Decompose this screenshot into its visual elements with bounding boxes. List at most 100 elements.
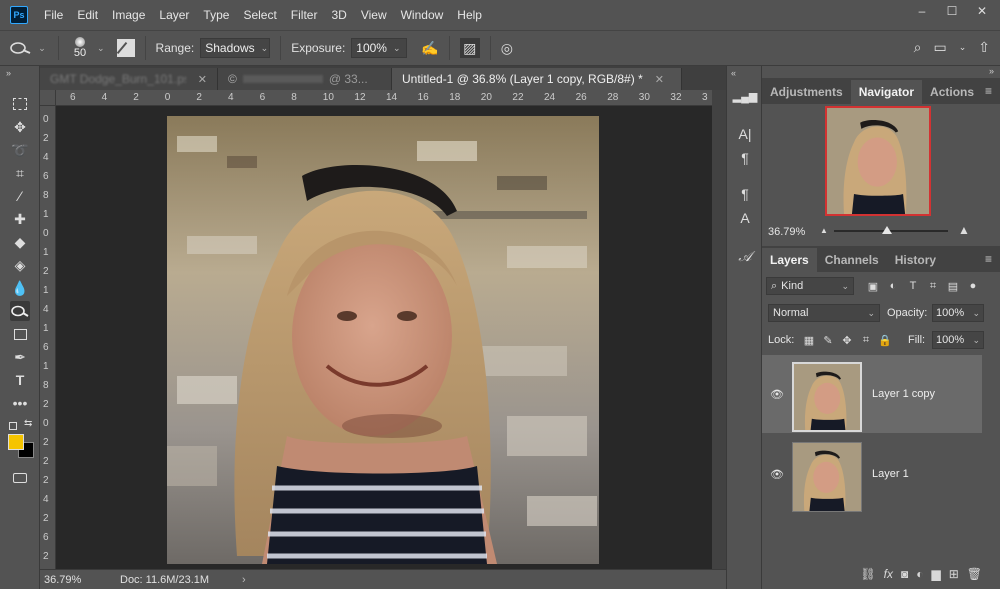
eyedropper-tool-icon[interactable]: ⁄ xyxy=(10,186,30,206)
airbrush-icon[interactable]: ✍ xyxy=(421,40,438,57)
panel-menu-icon[interactable]: ≡ xyxy=(985,252,992,266)
menu-file[interactable]: File xyxy=(44,8,63,22)
horizontal-ruler[interactable]: 6 4 2 0 2 4 6 8 10 12 14 16 18 20 22 24 26 28 30 32 3 xyxy=(56,90,712,106)
crop-tool-icon[interactable]: ⌗ xyxy=(10,163,30,183)
doc-tab-inactive[interactable]: GMT Dodge_Burn_101.ps... ✕ xyxy=(40,68,218,90)
share-icon[interactable]: ⇧ xyxy=(978,39,990,56)
menu-select[interactable]: Select xyxy=(243,8,276,22)
delete-layer-icon[interactable]: 🗑 xyxy=(967,567,982,581)
tab-actions[interactable]: Actions xyxy=(922,80,982,104)
menu-3d[interactable]: 3D xyxy=(331,8,346,22)
close-icon[interactable]: ✕ xyxy=(198,73,207,86)
opacity-input[interactable]: 100% ⌄ xyxy=(932,304,984,322)
filter-smart-object-icon[interactable]: ▤ xyxy=(946,279,960,293)
menu-window[interactable]: Window xyxy=(401,8,444,22)
eye-icon[interactable]: 👁 xyxy=(770,388,784,401)
adjustment-layer-icon[interactable]: ◐ xyxy=(916,567,923,581)
eraser-tool-icon[interactable]: ◆ xyxy=(10,232,30,252)
blur-tool-icon[interactable]: 💧 xyxy=(10,278,30,298)
close-icon[interactable]: ✕ xyxy=(974,4,990,18)
filter-adjustment-icon[interactable]: ◐ xyxy=(886,279,900,293)
document-photo[interactable] xyxy=(167,116,599,564)
status-zoom[interactable]: 36.79% xyxy=(44,574,114,586)
type-tool-icon[interactable]: T xyxy=(10,370,30,390)
menu-layer[interactable]: Layer xyxy=(159,8,189,22)
maximize-icon[interactable]: ☐ xyxy=(944,4,960,18)
ruler-origin[interactable] xyxy=(40,90,56,106)
foreground-color-swatch[interactable] xyxy=(8,434,24,450)
minimize-icon[interactable]: – xyxy=(914,4,930,18)
menu-type[interactable]: Type xyxy=(203,8,229,22)
pen-tool-icon[interactable]: ✒ xyxy=(10,347,30,367)
vertical-ruler[interactable]: 024681012141618202224262 xyxy=(40,106,56,569)
status-menu-arrow[interactable]: › xyxy=(242,574,246,586)
brush-size-picker[interactable]: 50 xyxy=(69,37,91,59)
eye-icon[interactable]: 👁 xyxy=(770,468,784,481)
fill-input[interactable]: 100% ⌄ xyxy=(932,331,984,349)
navigator-thumbnail[interactable] xyxy=(825,106,931,216)
lasso-tool-icon[interactable]: ➰ xyxy=(10,140,30,160)
chevron-down-icon[interactable]: ⌄ xyxy=(959,39,967,56)
glyphs-panel-icon[interactable]: 𝒜 xyxy=(735,246,755,266)
zoom-slider-knob[interactable] xyxy=(882,226,892,234)
more-tools-icon[interactable]: ••• xyxy=(10,393,30,413)
zoom-in-icon[interactable]: ▲ xyxy=(958,223,970,237)
swap-colors-icon[interactable]: ⇆ xyxy=(24,418,32,429)
character-styles-icon[interactable]: A xyxy=(735,208,755,228)
menu-edit[interactable]: Edit xyxy=(77,8,98,22)
histogram-icon[interactable]: ▂▄▆ xyxy=(733,86,758,106)
lock-transparent-icon[interactable]: ▦ xyxy=(802,333,816,347)
close-icon[interactable]: ✕ xyxy=(655,73,664,86)
paragraph-styles-icon[interactable]: ¶ xyxy=(735,184,755,204)
filter-shape-icon[interactable]: ⌗ xyxy=(926,279,940,293)
filter-type-icon[interactable]: T xyxy=(906,279,920,293)
lock-image-icon[interactable]: ✎ xyxy=(821,333,835,347)
exposure-input[interactable]: 100% ⌄ xyxy=(351,38,408,58)
lock-artboard-icon[interactable]: ⌗ xyxy=(859,333,873,347)
character-panel-icon[interactable]: A| xyxy=(735,124,755,144)
paint-bucket-tool-icon[interactable]: ◈ xyxy=(10,255,30,275)
layer-row[interactable]: 👁 Layer 1 xyxy=(762,435,982,513)
paragraph-panel-icon[interactable]: ¶ xyxy=(735,148,755,168)
link-layers-icon[interactable]: ⛓ xyxy=(860,567,875,581)
tool-preset-picker[interactable]: ⌄ xyxy=(8,41,48,55)
panel-expand-icon[interactable]: » xyxy=(6,68,11,78)
default-colors-icon[interactable] xyxy=(9,422,17,430)
menu-help[interactable]: Help xyxy=(457,8,482,22)
navigator-zoom-value[interactable]: 36.79% xyxy=(768,226,805,238)
search-icon[interactable]: ⌕ xyxy=(914,39,922,56)
new-group-icon[interactable]: ▆ xyxy=(931,567,940,581)
menu-image[interactable]: Image xyxy=(112,8,145,22)
vertical-scrollbar[interactable] xyxy=(712,90,726,569)
dodge-tool-icon[interactable] xyxy=(10,301,30,321)
healing-brush-tool-icon[interactable]: ✚ xyxy=(10,209,30,229)
layer-name[interactable]: Layer 1 xyxy=(872,468,909,480)
range-select[interactable]: Shadows ⌄ xyxy=(200,38,271,58)
panel-menu-icon[interactable]: ≡ xyxy=(985,84,992,98)
tab-layers[interactable]: Layers xyxy=(762,248,817,272)
protect-tones-icon[interactable]: ▨ xyxy=(459,38,480,58)
tab-adjustments[interactable]: Adjustments xyxy=(762,80,851,104)
new-layer-icon[interactable]: ⊞ xyxy=(949,567,959,581)
zoom-out-icon[interactable]: ▲ xyxy=(820,226,828,235)
panel-collapse-icon[interactable]: » xyxy=(989,66,994,76)
doc-tab-inactive[interactable]: © @ 33... xyxy=(218,68,392,90)
menu-view[interactable]: View xyxy=(361,8,387,22)
layer-row[interactable]: 👁 Layer 1 copy xyxy=(762,355,982,433)
lock-position-icon[interactable]: ✥ xyxy=(840,333,854,347)
menu-filter[interactable]: Filter xyxy=(291,8,318,22)
filter-pixel-icon[interactable]: ▣ xyxy=(866,279,880,293)
tab-history[interactable]: History xyxy=(887,248,944,272)
marquee-tool-icon[interactable] xyxy=(10,94,30,114)
canvas-area[interactable] xyxy=(56,106,712,569)
layer-style-icon[interactable]: fx xyxy=(884,567,893,581)
move-tool-icon[interactable]: ✥ xyxy=(10,117,30,137)
brush-settings-icon[interactable] xyxy=(116,39,135,57)
color-swatches[interactable]: ⇆ xyxy=(8,418,36,458)
add-mask-icon[interactable]: ◙ xyxy=(901,567,908,581)
tab-navigator[interactable]: Navigator xyxy=(850,80,923,104)
pressure-size-icon[interactable]: ◎ xyxy=(501,40,513,57)
blend-mode-select[interactable]: Normal ⌄ xyxy=(768,304,880,322)
filter-toggle-icon[interactable]: ● xyxy=(966,279,980,293)
chevron-down-icon[interactable]: ⌄ xyxy=(97,43,105,54)
